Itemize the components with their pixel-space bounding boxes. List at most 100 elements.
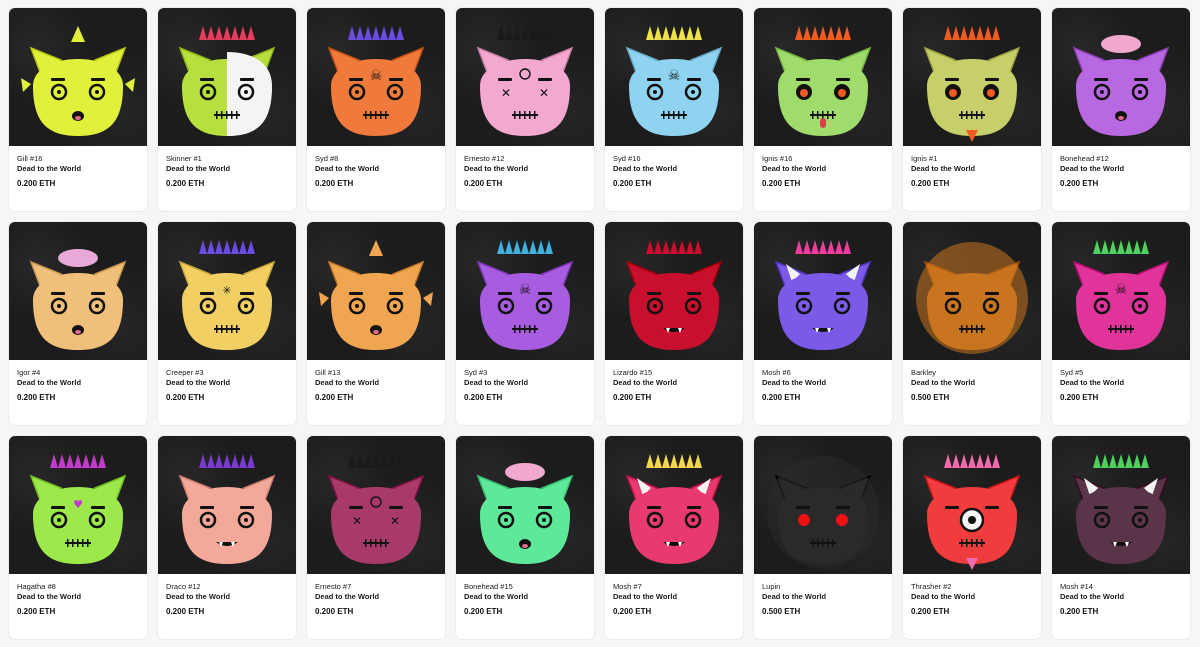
monster-face-icon[interactable] xyxy=(903,436,1041,574)
monster-face-icon[interactable]: ☠ xyxy=(456,222,594,360)
card-meta: Draco #12 Dead to the World 0.200 ETH xyxy=(158,574,296,617)
nft-card[interactable]: Barkley Dead to the World 0.500 ETH xyxy=(903,222,1041,425)
collection-name: Dead to the World xyxy=(166,592,231,601)
svg-text:✕: ✕ xyxy=(501,86,511,100)
collection-name: Dead to the World xyxy=(762,378,827,387)
card-meta: Ignis #1 Dead to the World 0.200 ETH xyxy=(903,146,1041,189)
item-price: 0.200 ETH xyxy=(1060,393,1099,402)
item-name: Ernesto #7 xyxy=(315,582,352,591)
item-price: 0.200 ETH xyxy=(1060,607,1099,616)
card-meta: Igor #4 Dead to the World 0.200 ETH xyxy=(9,360,147,403)
monster-face-icon[interactable] xyxy=(605,222,743,360)
monster-face-icon[interactable] xyxy=(903,8,1041,146)
item-name: Thrasher #2 xyxy=(911,582,952,591)
nft-card[interactable]: Bonehead #12 Dead to the World 0.200 ETH xyxy=(1052,8,1190,211)
nft-card[interactable]: ♥ Hagatha #8 Dead to the World 0.200 ETH xyxy=(9,436,147,639)
nft-card[interactable]: ☠ Syd #3 Dead to the World 0.200 ETH xyxy=(456,222,594,425)
collection-name: Dead to the World xyxy=(1060,592,1125,601)
monster-face-icon[interactable] xyxy=(307,222,445,360)
monster-face-icon[interactable]: ✕ ✕ xyxy=(307,436,445,574)
nft-card[interactable]: Lizardo #15 Dead to the World 0.200 ETH xyxy=(605,222,743,425)
svg-text:♥: ♥ xyxy=(73,498,83,511)
card-meta: Bonehead #15 Dead to the World 0.200 ETH xyxy=(456,574,594,617)
item-price: 0.200 ETH xyxy=(762,393,801,402)
monster-face-icon[interactable] xyxy=(754,8,892,146)
monster-face-icon[interactable]: ✳ xyxy=(158,222,296,360)
card-meta: Ignis #16 Dead to the World 0.200 ETH xyxy=(754,146,892,189)
nft-card[interactable]: Ignis #16 Dead to the World 0.200 ETH xyxy=(754,8,892,211)
item-price: 0.200 ETH xyxy=(613,607,652,616)
card-meta: Lizardo #15 Dead to the World 0.200 ETH xyxy=(605,360,743,403)
nft-card[interactable]: Mosh #14 Dead to the World 0.200 ETH xyxy=(1052,436,1190,639)
item-price: 0.200 ETH xyxy=(911,607,950,616)
collection-name: Dead to the World xyxy=(17,378,82,387)
nft-card[interactable]: Lupin Dead to the World 0.500 ETH xyxy=(754,436,892,639)
nft-card[interactable]: ✳ Creeper #3 Dead to the World 0.200 ETH xyxy=(158,222,296,425)
nft-card[interactable]: Gill #16 Dead to the World 0.200 ETH xyxy=(9,8,147,211)
item-name: Syd #3 xyxy=(464,368,488,377)
nft-card[interactable]: Thrasher #2 Dead to the World 0.200 ETH xyxy=(903,436,1041,639)
monster-face-icon[interactable] xyxy=(1052,8,1190,146)
nft-card[interactable]: Bonehead #15 Dead to the World 0.200 ETH xyxy=(456,436,594,639)
collection-name: Dead to the World xyxy=(166,164,231,173)
monster-face-icon[interactable] xyxy=(754,436,892,574)
monster-face-icon[interactable] xyxy=(1052,436,1190,574)
nft-card[interactable]: Igor #4 Dead to the World 0.200 ETH xyxy=(9,222,147,425)
nft-card[interactable]: Skinner #1 Dead to the World 0.200 ETH xyxy=(158,8,296,211)
nft-card[interactable]: Gill #13 Dead to the World 0.200 ETH xyxy=(307,222,445,425)
item-price: 0.200 ETH xyxy=(166,179,205,188)
item-price: 0.200 ETH xyxy=(166,607,205,616)
item-name: Lizardo #15 xyxy=(613,368,653,377)
item-name: Ernesto #12 xyxy=(464,154,505,163)
collection-name: Dead to the World xyxy=(911,164,976,173)
nft-card[interactable]: ✕ ✕ Ernesto #12 Dead to the World 0.200 ETH xyxy=(456,8,594,211)
nft-card[interactable]: ☠ Syd #5 Dead to the World 0.200 ETH xyxy=(1052,222,1190,425)
collection-name: Dead to the World xyxy=(315,378,380,387)
collection-name: Dead to the World xyxy=(1060,378,1125,387)
card-meta: Mosh #6 Dead to the World 0.200 ETH xyxy=(754,360,892,403)
item-name: Mosh #14 xyxy=(1060,582,1093,591)
monster-face-icon[interactable] xyxy=(158,436,296,574)
monster-face-icon[interactable] xyxy=(9,8,147,146)
monster-face-icon[interactable] xyxy=(903,222,1041,360)
monster-face-icon[interactable] xyxy=(456,436,594,574)
item-name: Lupin xyxy=(762,582,781,591)
monster-face-icon[interactable]: ✕ ✕ xyxy=(456,8,594,146)
card-meta: Barkley Dead to the World 0.500 ETH xyxy=(903,360,1041,403)
nft-card[interactable]: ☠ Syd #8 Dead to the World 0.200 ETH xyxy=(307,8,445,211)
monster-face-icon[interactable]: ☠ xyxy=(307,8,445,146)
item-price: 0.200 ETH xyxy=(315,607,354,616)
item-price: 0.200 ETH xyxy=(17,179,56,188)
nft-card[interactable]: ☠ Syd #16 Dead to the World 0.200 ETH xyxy=(605,8,743,211)
card-meta: Syd #3 Dead to the World 0.200 ETH xyxy=(456,360,594,403)
monster-face-icon[interactable] xyxy=(754,222,892,360)
item-name: Bonehead #12 xyxy=(1060,154,1109,163)
item-name: Creeper #3 xyxy=(166,368,204,377)
monster-face-icon[interactable] xyxy=(9,222,147,360)
monster-face-icon[interactable] xyxy=(605,436,743,574)
collection-name: Dead to the World xyxy=(762,592,827,601)
monster-face-icon[interactable] xyxy=(158,8,296,146)
nft-card[interactable]: Mosh #7 Dead to the World 0.200 ETH xyxy=(605,436,743,639)
item-name: Syd #8 xyxy=(315,154,339,163)
card-meta: Gill #13 Dead to the World 0.200 ETH xyxy=(307,360,445,403)
svg-text:☠: ☠ xyxy=(668,68,681,84)
card-meta: Syd #16 Dead to the World 0.200 ETH xyxy=(605,146,743,189)
card-meta: Creeper #3 Dead to the World 0.200 ETH xyxy=(158,360,296,403)
nft-card[interactable]: Mosh #6 Dead to the World 0.200 ETH xyxy=(754,222,892,425)
item-name: Ignis #16 xyxy=(762,154,793,163)
monster-face-icon[interactable]: ♥ xyxy=(9,436,147,574)
collection-name: Dead to the World xyxy=(613,378,678,387)
monster-face-icon[interactable]: ☠ xyxy=(605,8,743,146)
nft-card[interactable]: ✕ ✕ Ernesto #7 Dead to the World 0.200 ETH xyxy=(307,436,445,639)
card-meta: Syd #8 Dead to the World 0.200 ETH xyxy=(307,146,445,189)
collection-name: Dead to the World xyxy=(17,164,82,173)
svg-text:☠: ☠ xyxy=(1115,282,1128,298)
nft-card[interactable]: Ignis #1 Dead to the World 0.200 ETH xyxy=(903,8,1041,211)
nft-card[interactable]: Draco #12 Dead to the World 0.200 ETH xyxy=(158,436,296,639)
item-price: 0.500 ETH xyxy=(762,607,801,616)
item-name: Hagatha #8 xyxy=(17,582,56,591)
monster-face-icon[interactable]: ☠ xyxy=(1052,222,1190,360)
item-name: Bonehead #15 xyxy=(464,582,513,591)
card-meta: Bonehead #12 Dead to the World 0.200 ETH xyxy=(1052,146,1190,189)
